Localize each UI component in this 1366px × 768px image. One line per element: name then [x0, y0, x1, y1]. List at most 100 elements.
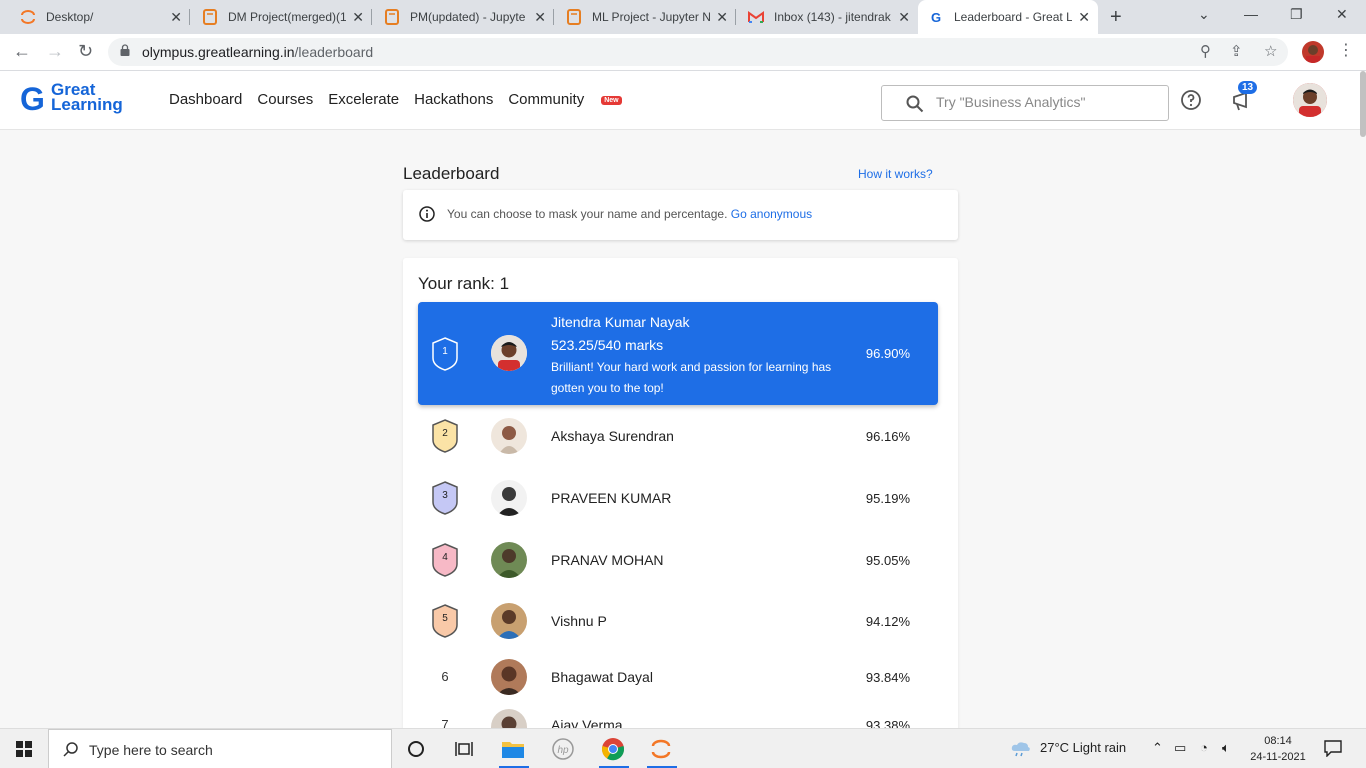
close-window-button[interactable]: ✕: [1336, 6, 1348, 23]
close-icon[interactable]: ✕: [170, 9, 182, 26]
great-learning-logo[interactable]: G Great Learning: [20, 81, 130, 121]
tab-search-chevron-icon[interactable]: ⌄: [1198, 6, 1210, 23]
new-tab-button[interactable]: +: [1110, 6, 1122, 29]
info-icon: [419, 206, 435, 222]
info-text: You can choose to mask your name and per…: [447, 207, 728, 221]
new-badge: New: [601, 95, 622, 105]
tab-gmail-inbox[interactable]: Inbox (143) - jitendrak ✕: [736, 0, 918, 34]
jupyter-icon[interactable]: [649, 737, 673, 761]
tab-desktop[interactable]: Desktop/ ✕: [8, 0, 190, 34]
tab-title: DM Project(merged)(1: [228, 10, 346, 24]
leaderboard-row: 4 PRANAV MOHAN 95.05%: [418, 530, 938, 590]
chrome-icon[interactable]: [601, 737, 625, 761]
notebook-icon: [566, 9, 582, 25]
lock-icon[interactable]: [120, 44, 130, 56]
windows-taskbar: Type here to search hp 27°C Light rain ⌃…: [0, 728, 1366, 768]
leaderboard-row: 3 PRAVEEN KUMAR 95.19%: [418, 468, 938, 528]
rank-shield-icon: 4: [430, 542, 460, 578]
url-text[interactable]: olympus.greatlearning.in/leaderboard: [142, 44, 373, 60]
nav-community[interactable]: Community: [508, 91, 584, 108]
rank-number: 4: [442, 552, 448, 563]
leaderboard-row: 5 Vishnu P 94.12%: [418, 591, 938, 651]
cortana-icon[interactable]: [404, 737, 428, 761]
user-name: Vishnu P: [551, 613, 607, 629]
close-icon[interactable]: ✕: [534, 9, 546, 26]
rank-number: 3: [442, 490, 448, 501]
user-percentage: 94.12%: [865, 614, 910, 629]
bookmark-star-icon[interactable]: ☆: [1264, 42, 1277, 60]
minimize-button[interactable]: —: [1244, 6, 1258, 22]
user-percentage: 96.16%: [865, 429, 910, 444]
congrats-message: Brilliant! Your hard work and passion fo…: [551, 360, 832, 395]
user-marks: 523.25/540 marks: [551, 337, 664, 353]
help-icon[interactable]: [1180, 89, 1202, 111]
go-anonymous-link[interactable]: Go anonymous: [731, 207, 812, 221]
leaderboard-row: 2 Akshaya Surendran 96.16%: [418, 406, 938, 466]
tab-leaderboard[interactable]: G Leaderboard - Great L ✕: [918, 0, 1098, 34]
nav-courses[interactable]: Courses: [257, 91, 313, 108]
tab-title: PM(updated) - Jupyte: [410, 10, 526, 24]
battery-icon[interactable]: ▭: [1174, 740, 1186, 756]
user-percentage: 93.84%: [865, 670, 910, 685]
tab-pm-updated[interactable]: PM(updated) - Jupyte ✕: [372, 0, 554, 34]
hp-icon[interactable]: hp: [551, 737, 575, 761]
nav-excelerate[interactable]: Excelerate: [328, 91, 399, 108]
browser-tab-strip: Desktop/ ✕ DM Project(merged)(1 ✕ PM(upd…: [0, 0, 1366, 34]
greatlearning-icon: G: [930, 9, 942, 25]
tab-title: ML Project - Jupyter N: [592, 10, 710, 24]
notification-count-badge: 13: [1238, 81, 1258, 94]
rank-shield-icon: 1: [430, 336, 460, 372]
how-it-works-link[interactable]: How it works?: [858, 167, 933, 181]
tab-title: Leaderboard - Great L: [954, 10, 1072, 24]
nav-dashboard[interactable]: Dashboard: [169, 91, 242, 108]
svg-text:hp: hp: [557, 745, 569, 756]
logo-g-mark: G: [20, 81, 45, 117]
browser-menu-icon[interactable]: ⋮: [1338, 40, 1354, 60]
taskbar-search-text: Type here to search: [89, 742, 213, 758]
restore-button[interactable]: ❐: [1290, 6, 1303, 23]
nav-community-wrap[interactable]: Community New: [508, 91, 636, 108]
file-explorer-icon[interactable]: [501, 737, 525, 761]
close-icon[interactable]: ✕: [1078, 9, 1090, 26]
taskbar-clock[interactable]: 08:14 24-11-2021: [1248, 733, 1308, 765]
browser-profile-avatar[interactable]: [1302, 41, 1324, 63]
avatar: [491, 659, 527, 695]
chevron-up-icon[interactable]: ⌃: [1152, 740, 1163, 756]
forward-arrow-icon[interactable]: →: [46, 41, 64, 62]
url-bar[interactable]: olympus.greatlearning.in/leaderboard ⚲ ⇪…: [108, 38, 1288, 66]
tab-ml-project[interactable]: ML Project - Jupyter N ✕: [554, 0, 736, 34]
close-icon[interactable]: ✕: [716, 9, 728, 26]
avatar: [491, 335, 527, 371]
page-scrollbar[interactable]: [1360, 71, 1366, 137]
tab-title: Desktop/: [46, 10, 94, 24]
tab-dm-project[interactable]: DM Project(merged)(1 ✕: [190, 0, 372, 34]
nav-hackathons[interactable]: Hackathons: [414, 91, 493, 108]
taskbar-search-box[interactable]: Type here to search: [48, 729, 392, 768]
share-icon[interactable]: ⇪: [1230, 42, 1243, 60]
volume-icon[interactable]: 🔈︎: [1222, 740, 1230, 756]
user-name: PRAVEEN KUMAR: [551, 490, 672, 506]
user-name: PRANAV MOHAN: [551, 552, 664, 568]
rank-shield-icon: 5: [430, 603, 460, 639]
task-view-icon[interactable]: [452, 737, 476, 761]
wifi-icon[interactable]: ◔: [1200, 740, 1208, 755]
reload-icon[interactable]: ↻: [78, 41, 93, 62]
user-avatar[interactable]: [1293, 83, 1327, 117]
action-center-icon[interactable]: [1324, 739, 1342, 757]
weather-text[interactable]: 27°C Light rain: [1040, 740, 1126, 755]
avatar: [491, 542, 527, 578]
avatar: [491, 418, 527, 454]
avatar: [491, 603, 527, 639]
windows-start-icon[interactable]: [16, 741, 32, 757]
notebook-icon: [384, 9, 400, 25]
site-search-box[interactable]: [881, 85, 1169, 121]
zoom-icon[interactable]: ⚲: [1200, 42, 1211, 60]
gmail-icon: [748, 9, 764, 25]
back-arrow-icon[interactable]: ←: [13, 41, 31, 62]
site-search-input[interactable]: [936, 94, 1156, 110]
rank-number: 6: [441, 669, 449, 684]
close-icon[interactable]: ✕: [352, 9, 364, 26]
notebook-icon: [202, 9, 218, 25]
close-icon[interactable]: ✕: [898, 9, 910, 26]
notification-button[interactable]: 13: [1230, 81, 1258, 113]
